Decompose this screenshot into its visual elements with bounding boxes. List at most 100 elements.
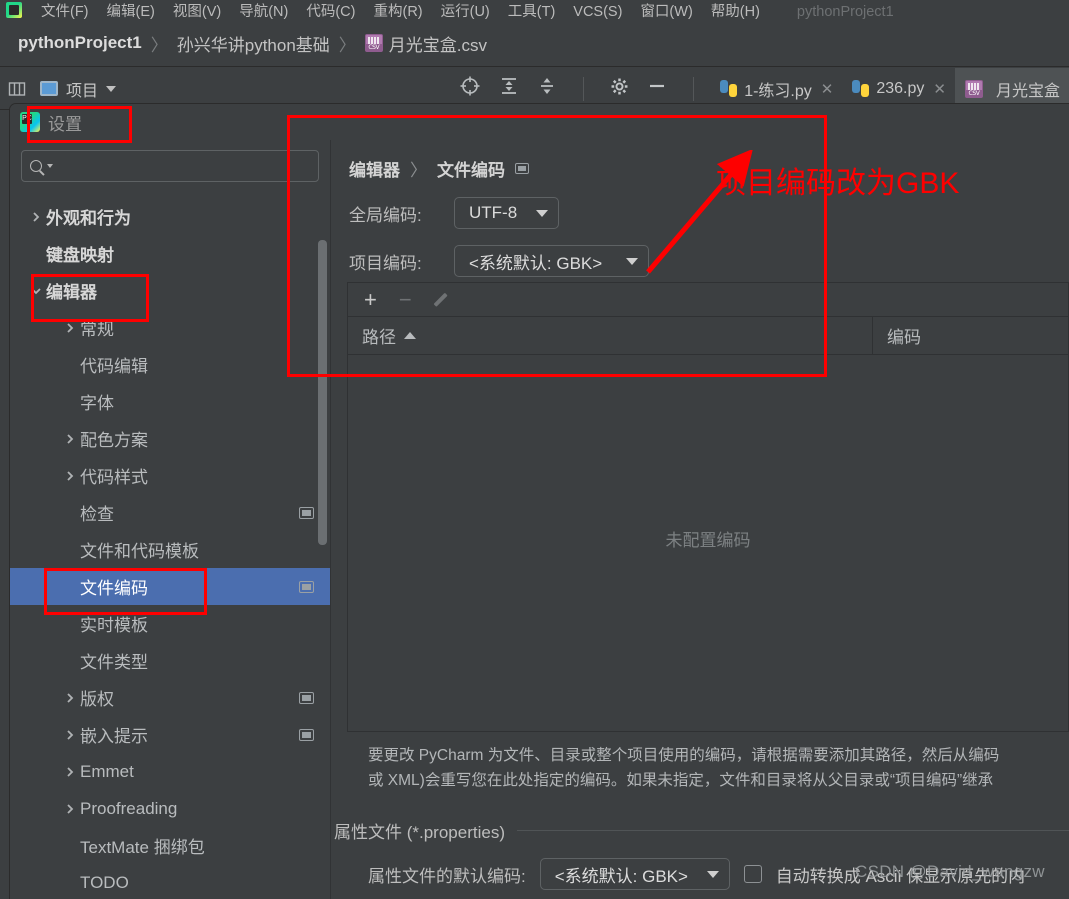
tree-item-13[interactable]: 版权 bbox=[10, 679, 330, 716]
column-header-path[interactable]: 路径 bbox=[348, 317, 873, 354]
edit-pencil-icon[interactable] bbox=[434, 291, 452, 309]
menu-item-navigate[interactable]: 导航(N) bbox=[230, 2, 297, 20]
project-label: 项目 bbox=[66, 77, 98, 101]
properties-encoding-value: <系统默认: GBK> bbox=[555, 862, 688, 887]
tool-window-columns-icon[interactable] bbox=[0, 80, 34, 98]
remove-button[interactable]: − bbox=[399, 289, 412, 311]
search-box[interactable] bbox=[21, 150, 319, 182]
chevron-down-icon bbox=[707, 871, 719, 878]
properties-encoding-select[interactable]: <系统默认: GBK> bbox=[540, 858, 730, 890]
pycharm-logo-icon bbox=[6, 2, 22, 18]
menu-item-view[interactable]: 视图(V) bbox=[164, 2, 230, 20]
python-file-icon bbox=[720, 80, 737, 97]
target-icon[interactable] bbox=[459, 75, 481, 102]
breadcrumb-project[interactable]: pythonProject1 bbox=[18, 33, 142, 53]
chevron-right-icon[interactable] bbox=[60, 322, 80, 334]
tree-item-label: TODO bbox=[80, 873, 129, 893]
properties-section-divider: 属性文件 (*.properties) bbox=[334, 818, 1069, 843]
tree-item-8[interactable]: 检查 bbox=[10, 494, 330, 531]
add-button[interactable]: + bbox=[364, 289, 377, 311]
column-header-encoding[interactable]: 编码 bbox=[873, 317, 1068, 354]
chevron-right-icon[interactable] bbox=[60, 729, 80, 741]
collapse-all-icon[interactable] bbox=[499, 76, 519, 101]
page-crumb-current: 文件编码 bbox=[437, 156, 505, 181]
tree-item-label: 配色方案 bbox=[80, 426, 148, 451]
chevron-right-icon[interactable] bbox=[60, 692, 80, 704]
tree-item-17[interactable]: TextMate 捆绑包 bbox=[10, 827, 330, 864]
toolbar-icon-group bbox=[459, 75, 710, 102]
dialog-title-label: 设置 bbox=[48, 110, 82, 135]
toolbar-divider bbox=[583, 77, 584, 101]
close-icon[interactable]: ✕ bbox=[821, 80, 834, 98]
tree-item-11[interactable]: 实时模板 bbox=[10, 605, 330, 642]
settings-tree[interactable]: 外观和行为键盘映射编辑器常规代码编辑字体配色方案代码样式检查文件和代码模板文件编… bbox=[10, 198, 330, 899]
breadcrumb: pythonProject1 〉 孙兴华讲python基础 〉 月光宝盒.csv bbox=[0, 20, 1069, 67]
gear-icon[interactable] bbox=[610, 77, 629, 101]
page-crumb-separator: 〉 bbox=[410, 156, 427, 181]
menu-item-vcs[interactable]: VCS(S) bbox=[564, 2, 631, 20]
menu-item-run[interactable]: 运行(U) bbox=[432, 2, 499, 20]
tree-item-label: 版权 bbox=[80, 685, 114, 710]
column-header-path-label: 路径 bbox=[362, 323, 396, 348]
chevron-right-icon[interactable] bbox=[60, 766, 80, 778]
tree-item-15[interactable]: Emmet bbox=[10, 753, 330, 790]
tree-item-label: 文件和代码模板 bbox=[80, 537, 199, 562]
menu-item-window[interactable]: 窗口(W) bbox=[631, 2, 701, 20]
encodings-table-header: 路径 编码 bbox=[348, 317, 1068, 355]
tree-item-2[interactable]: 编辑器 bbox=[10, 272, 330, 309]
menu-item-file[interactable]: 文件(F) bbox=[32, 2, 98, 20]
breadcrumb-folder[interactable]: 孙兴华讲python基础 bbox=[177, 31, 330, 56]
divider-line bbox=[517, 830, 1069, 831]
tree-item-5[interactable]: 字体 bbox=[10, 383, 330, 420]
search-input[interactable] bbox=[57, 158, 310, 174]
chevron-down-icon bbox=[626, 258, 638, 265]
minimize-icon[interactable] bbox=[647, 76, 667, 101]
tree-scrollbar[interactable] bbox=[318, 240, 327, 545]
menu-item-code[interactable]: 代码(C) bbox=[297, 2, 364, 20]
tree-item-12[interactable]: 文件类型 bbox=[10, 642, 330, 679]
chevron-right-icon[interactable] bbox=[26, 211, 46, 223]
tree-item-label: 键盘映射 bbox=[46, 241, 114, 266]
search-container bbox=[10, 140, 330, 190]
tree-item-6[interactable]: 配色方案 bbox=[10, 420, 330, 457]
project-tool-window-button[interactable]: 项目 bbox=[34, 77, 116, 101]
tree-item-4[interactable]: 代码编辑 bbox=[10, 346, 330, 383]
menu-item-help[interactable]: 帮助(H) bbox=[702, 2, 769, 20]
close-icon[interactable]: ✕ bbox=[933, 80, 946, 98]
editor-tab-label: 1-练习.py bbox=[744, 77, 812, 101]
chevron-down-icon[interactable] bbox=[106, 86, 116, 92]
chevron-right-icon[interactable] bbox=[60, 803, 80, 815]
tree-item-label: 字体 bbox=[80, 389, 114, 414]
tree-item-10[interactable]: 文件编码 bbox=[10, 568, 330, 605]
settings-left-pane: 外观和行为键盘映射编辑器常规代码编辑字体配色方案代码样式检查文件和代码模板文件编… bbox=[10, 140, 331, 899]
global-encoding-select[interactable]: UTF-8 bbox=[454, 197, 559, 229]
chevron-down-icon[interactable] bbox=[26, 285, 46, 297]
menu-item-refactor[interactable]: 重构(R) bbox=[364, 2, 431, 20]
tree-item-7[interactable]: 代码样式 bbox=[10, 457, 330, 494]
toolbar-divider-2 bbox=[693, 77, 694, 101]
chevron-right-icon[interactable] bbox=[60, 433, 80, 445]
project-encoding-select[interactable]: <系统默认: GBK> bbox=[454, 245, 649, 277]
tree-item-label: 嵌入提示 bbox=[80, 722, 148, 747]
properties-section-title: 属性文件 (*.properties) bbox=[334, 818, 505, 843]
tree-item-1[interactable]: 键盘映射 bbox=[10, 235, 330, 272]
help-text-line-1: 要更改 PyCharm 为文件、目录或整个项目使用的编码，请根据需要添加其路径，… bbox=[368, 743, 1069, 768]
breadcrumb-file[interactable]: 月光宝盒.csv bbox=[389, 31, 487, 56]
tree-item-9[interactable]: 文件和代码模板 bbox=[10, 531, 330, 568]
tree-item-18[interactable]: TODO bbox=[10, 864, 330, 899]
tree-item-label: 检查 bbox=[80, 500, 114, 525]
tree-item-16[interactable]: Proofreading bbox=[10, 790, 330, 827]
tree-item-0[interactable]: 外观和行为 bbox=[10, 198, 330, 235]
chevron-right-icon[interactable] bbox=[60, 470, 80, 482]
project-encoding-row: 项目编码: <系统默认: GBK> bbox=[349, 245, 1069, 277]
transparent-ascii-checkbox[interactable] bbox=[744, 865, 762, 883]
menu-item-edit[interactable]: 编辑(E) bbox=[98, 2, 164, 20]
project-panel-icon bbox=[40, 81, 58, 96]
menu-item-tools[interactable]: 工具(T) bbox=[499, 2, 565, 20]
properties-encoding-label: 属性文件的默认编码: bbox=[368, 862, 526, 887]
tree-item-14[interactable]: 嵌入提示 bbox=[10, 716, 330, 753]
expand-all-icon[interactable] bbox=[537, 76, 557, 101]
settings-dialog-title-bar: 设置 bbox=[10, 104, 1069, 140]
tree-item-3[interactable]: 常规 bbox=[10, 309, 330, 346]
chevron-down-icon[interactable] bbox=[47, 164, 53, 168]
